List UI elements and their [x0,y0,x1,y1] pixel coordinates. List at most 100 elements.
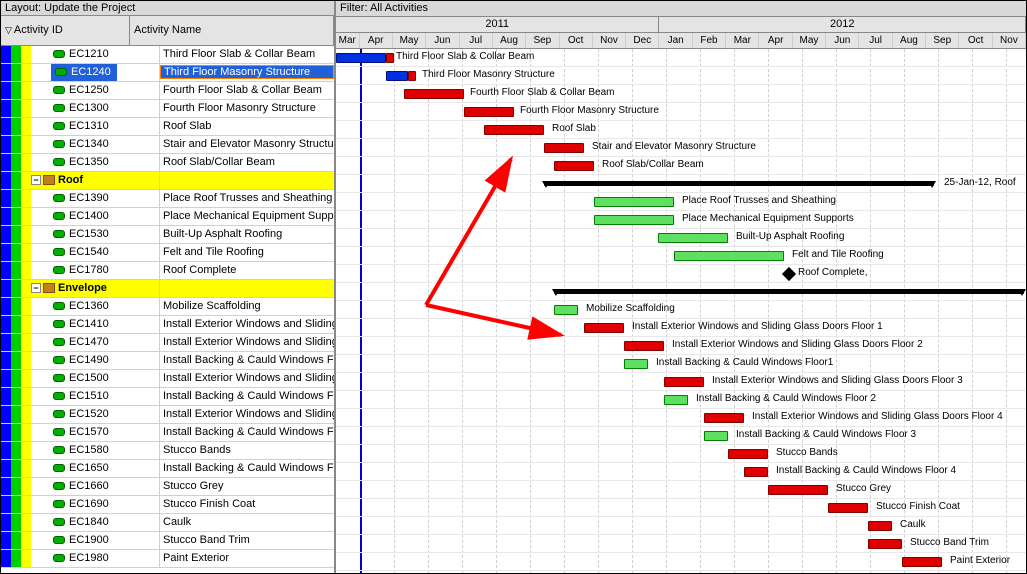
gantt-bar[interactable] [594,197,674,207]
gantt-bar[interactable] [554,161,594,171]
gantt-row[interactable]: Install Exterior Windows and Sliding Gla… [336,373,1026,391]
table-row[interactable]: EC1310Roof Slab [1,118,334,136]
gantt-bar[interactable] [828,503,868,513]
gantt-row[interactable]: Install Backing & Cauld Windows Floor1 [336,355,1026,373]
month-cell[interactable]: Jul [859,33,892,48]
gantt-row[interactable]: Roof Slab [336,121,1026,139]
gantt-row[interactable]: Install Backing & Cauld Windows Floor 3 [336,427,1026,445]
gantt-bar[interactable] [464,107,514,117]
group-row[interactable]: −Roof [1,172,334,190]
gantt-bar[interactable] [744,467,768,477]
table-row[interactable]: EC1470Install Exterior Windows and Slidi… [1,334,334,352]
group-row[interactable]: −Envelope [1,280,334,298]
gantt-row[interactable]: Stucco Bands [336,445,1026,463]
gantt-bar[interactable] [664,395,688,405]
month-cell[interactable]: Aug [893,33,926,48]
month-cell[interactable]: Dec [626,33,659,48]
table-row[interactable]: EC1580Stucco Bands [1,442,334,460]
gantt-bar[interactable] [554,305,578,315]
gantt-bar[interactable] [664,377,704,387]
table-row[interactable]: EC1340Stair and Elevator Masonry Structu… [1,136,334,154]
gantt-bar[interactable] [902,557,942,567]
gantt-row[interactable]: Roof Slab/Collar Beam [336,157,1026,175]
gantt-row[interactable]: 03 [336,283,1026,301]
month-cell[interactable]: Oct [959,33,992,48]
gantt-row[interactable]: Paint Exterior [336,553,1026,571]
gantt-row[interactable]: Fourth Floor Slab & Collar Beam [336,85,1026,103]
gantt-row[interactable]: Install Exterior Windows and Sliding Gla… [336,409,1026,427]
gantt-row[interactable]: Stucco Grey [336,481,1026,499]
month-cell[interactable]: Mar [726,33,759,48]
table-row[interactable]: EC1650Install Backing & Cauld Windows Fl… [1,460,334,478]
gantt-row[interactable]: Mobilize Scaffolding [336,301,1026,319]
month-cell[interactable]: Sep [926,33,959,48]
table-row[interactable]: EC1690Stucco Finish Coat [1,496,334,514]
gantt-row[interactable]: Built-Up Asphalt Roofing [336,229,1026,247]
gantt-bar[interactable] [768,485,828,495]
month-cell[interactable]: Jun [426,33,459,48]
milestone-icon[interactable] [782,267,796,281]
gantt-bar[interactable] [658,233,728,243]
table-row[interactable]: EC1390Place Roof Trusses and Sheathing [1,190,334,208]
table-row[interactable]: EC1410Install Exterior Windows and Slidi… [1,316,334,334]
table-row[interactable]: EC1490Install Backing & Cauld Windows Fl… [1,352,334,370]
month-cell[interactable]: May [393,33,426,48]
gantt-bar[interactable] [584,323,624,333]
gantt-row[interactable]: Install Exterior Windows and Sliding Gla… [336,319,1026,337]
table-row[interactable]: EC1500Install Exterior Windows and Slidi… [1,370,334,388]
gantt-bar[interactable] [484,125,544,135]
table-row[interactable]: EC1570Install Backing & Cauld Windows Fl… [1,424,334,442]
gantt-bar[interactable] [594,215,674,225]
gantt-row[interactable]: Caulk [336,517,1026,535]
gantt-row[interactable]: Third Floor Masonry Structure [336,67,1026,85]
month-cell[interactable]: Nov [993,33,1026,48]
gantt-row[interactable]: Stucco Band Trim [336,535,1026,553]
table-row[interactable]: EC1210Third Floor Slab & Collar Beam [1,46,334,64]
gantt-bar[interactable] [674,251,784,261]
gantt-row[interactable]: 25-Jan-12, Roof [336,175,1026,193]
gantt-bar[interactable] [336,53,386,63]
table-row[interactable]: EC1400Place Mechanical Equipment Support [1,208,334,226]
gantt-bar[interactable] [704,413,744,423]
summary-bar[interactable] [544,181,934,186]
table-row[interactable]: EC1980Paint Exterior [1,550,334,568]
table-row[interactable]: EC1780Roof Complete [1,262,334,280]
table-row[interactable]: EC1900Stucco Band Trim [1,532,334,550]
month-cell[interactable]: Sep [526,33,559,48]
month-cell[interactable]: Nov [593,33,626,48]
gantt-bar[interactable] [624,341,664,351]
table-row[interactable]: EC1350Roof Slab/Collar Beam [1,154,334,172]
column-activity-id[interactable]: ▽ Activity ID [1,16,130,45]
gantt-bar[interactable] [704,431,728,441]
gantt-row[interactable]: Install Backing & Cauld Windows Floor 2 [336,391,1026,409]
gantt-bar[interactable] [624,359,648,369]
table-row[interactable]: EC1540Felt and Tile Roofing [1,244,334,262]
gantt-bar[interactable] [544,143,584,153]
month-cell[interactable]: Apr [759,33,792,48]
table-row[interactable]: EC1530Built-Up Asphalt Roofing [1,226,334,244]
gantt-bar[interactable] [728,449,768,459]
month-cell[interactable]: Jan [659,33,692,48]
gantt-row[interactable]: Stair and Elevator Masonry Structure [336,139,1026,157]
gantt-row[interactable]: Roof Complete, [336,265,1026,283]
summary-bar[interactable] [554,289,1024,294]
gantt-bar[interactable] [868,539,902,549]
month-cell[interactable]: Jul [460,33,493,48]
gantt-row[interactable]: Felt and Tile Roofing [336,247,1026,265]
table-row[interactable]: EC1240Third Floor Masonry Structure [1,64,334,82]
month-cell[interactable]: Jun [826,33,859,48]
gantt-row[interactable]: Install Backing & Cauld Windows Floor 4 [336,463,1026,481]
month-cell[interactable]: May [793,33,826,48]
column-activity-name[interactable]: Activity Name [130,16,334,45]
table-row[interactable]: EC1840Caulk [1,514,334,532]
gantt-row[interactable]: Stucco Finish Coat [336,499,1026,517]
gantt-bar[interactable] [404,89,464,99]
gantt-row[interactable]: Third Floor Slab & Collar Beam [336,49,1026,67]
gantt-bar[interactable] [868,521,892,531]
gantt-row[interactable]: Install Exterior Windows and Sliding Gla… [336,337,1026,355]
table-row[interactable]: EC1300Fourth Floor Masonry Structure [1,100,334,118]
month-cell[interactable]: Aug [493,33,526,48]
table-row[interactable]: EC1660Stucco Grey [1,478,334,496]
gantt-bar[interactable] [408,71,416,81]
month-cell[interactable]: Mar [336,33,360,48]
